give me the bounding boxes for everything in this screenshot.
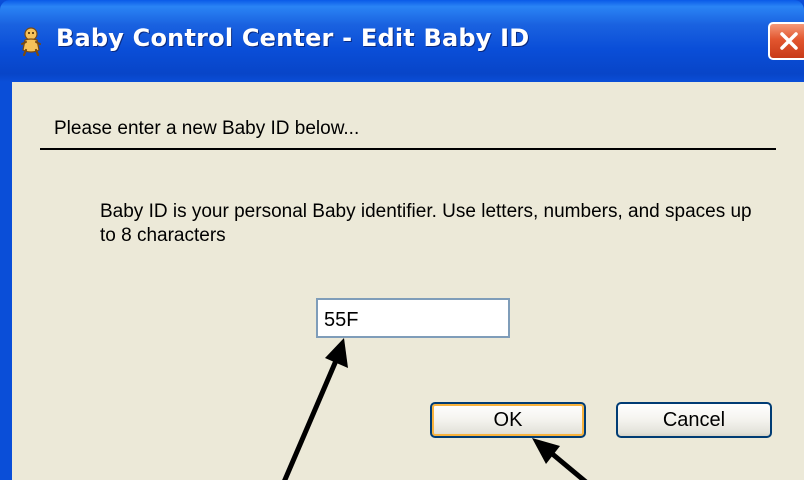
baby-id-input[interactable] bbox=[316, 298, 510, 338]
cancel-button[interactable]: Cancel bbox=[616, 402, 772, 438]
dialog-body: Please enter a new Baby ID below... Baby… bbox=[12, 82, 804, 480]
window-title: Baby Control Center - Edit Baby ID bbox=[56, 24, 530, 52]
close-icon bbox=[780, 32, 798, 50]
ok-button[interactable]: OK bbox=[430, 402, 586, 438]
baby-app-icon bbox=[21, 27, 41, 56]
title-bar[interactable]: Baby Control Center - Edit Baby ID bbox=[0, 0, 804, 82]
baby-id-description: Baby ID is your personal Baby identifier… bbox=[100, 201, 752, 246]
screenshot-stage: Baby Control Center - Edit Baby ID Pleas… bbox=[0, 0, 804, 480]
header-divider bbox=[40, 148, 776, 150]
dialog-window: Baby Control Center - Edit Baby ID Pleas… bbox=[0, 0, 804, 480]
close-button[interactable] bbox=[768, 22, 804, 60]
dialog-header-text: Please enter a new Baby ID below... bbox=[54, 118, 360, 139]
